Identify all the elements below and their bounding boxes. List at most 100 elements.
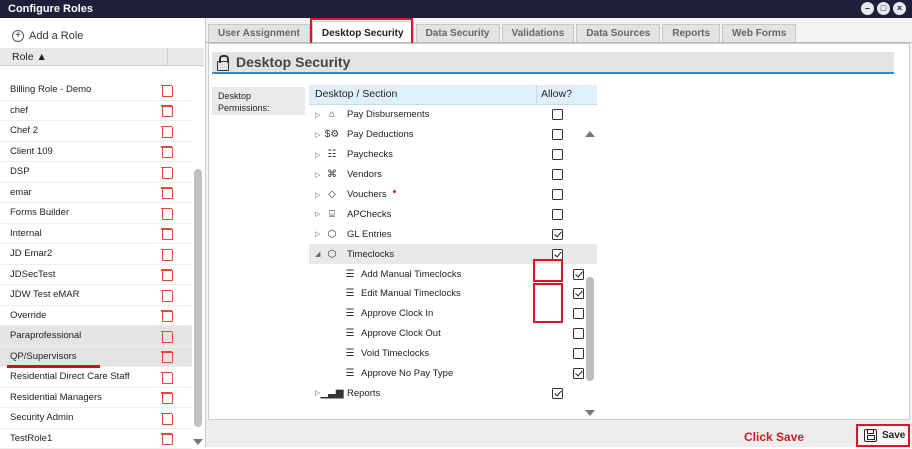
- highlight-manual-timeclocks-checkboxes: [533, 283, 563, 323]
- trash-icon[interactable]: [161, 125, 172, 137]
- permission-label: Paychecks: [347, 149, 393, 160]
- permission-row[interactable]: ▷▁▃▆Reports: [309, 383, 597, 403]
- grid-scroll-thumb[interactable]: [586, 277, 594, 381]
- trash-icon[interactable]: [161, 186, 172, 198]
- list-icon: ☰: [343, 328, 357, 340]
- permission-label: Approve Clock In: [361, 308, 433, 319]
- role-row[interactable]: Paraprofessional: [0, 326, 192, 347]
- role-row[interactable]: TestRole1: [0, 429, 192, 449]
- allow-checkbox[interactable]: [552, 109, 563, 120]
- trash-icon[interactable]: [161, 227, 172, 239]
- trash-icon[interactable]: [161, 350, 172, 362]
- trash-icon[interactable]: [161, 412, 172, 424]
- allow-checkbox[interactable]: [552, 209, 563, 220]
- tab-data-sources[interactable]: Data Sources: [576, 24, 660, 42]
- allow-checkbox[interactable]: [573, 308, 584, 319]
- allow-checkbox[interactable]: [552, 189, 563, 200]
- role-row[interactable]: Residential Managers: [0, 388, 192, 409]
- permission-row[interactable]: ▷⌘Vendors: [309, 165, 597, 185]
- col-section-header[interactable]: Desktop / Section: [309, 85, 537, 104]
- role-column-header[interactable]: Role ▲: [0, 48, 204, 66]
- allow-checkbox[interactable]: [573, 368, 584, 379]
- expand-icon[interactable]: ▷: [315, 131, 325, 139]
- allow-checkbox[interactable]: [573, 288, 584, 299]
- roles-scrollbar[interactable]: [193, 80, 203, 445]
- expand-icon[interactable]: ▷: [315, 230, 325, 238]
- trash-icon[interactable]: [161, 289, 172, 301]
- grid-scrollbar[interactable]: [585, 131, 595, 416]
- trash-icon[interactable]: [161, 145, 172, 157]
- role-row[interactable]: JDW Test eMAR: [0, 285, 192, 306]
- permission-row[interactable]: ☰Approve Clock Out: [309, 324, 597, 344]
- col-allow-header[interactable]: Allow?: [537, 85, 577, 104]
- role-row[interactable]: Residential Direct Care Staff: [0, 367, 192, 388]
- scroll-thumb[interactable]: [194, 169, 202, 427]
- minimize-icon[interactable]: –: [861, 2, 874, 15]
- role-row[interactable]: Billing Role - Demo: [0, 80, 192, 101]
- trash-icon[interactable]: [161, 268, 172, 280]
- allow-checkbox[interactable]: [552, 388, 563, 399]
- allow-checkbox[interactable]: [573, 269, 584, 280]
- permission-row[interactable]: ☰Approve No Pay Type: [309, 364, 597, 384]
- permission-row[interactable]: ☰Void Timeclocks: [309, 344, 597, 364]
- expand-icon[interactable]: ▷: [315, 111, 325, 119]
- permission-row[interactable]: ▷☷Paychecks: [309, 145, 597, 165]
- maximize-icon[interactable]: □: [877, 2, 890, 15]
- allow-checkbox[interactable]: [573, 348, 584, 359]
- collapse-icon[interactable]: ◢: [315, 250, 325, 258]
- role-row[interactable]: DSP: [0, 162, 192, 183]
- expand-icon[interactable]: ▷: [315, 151, 325, 159]
- tab-validations[interactable]: Validations: [502, 24, 575, 42]
- allow-checkbox[interactable]: [552, 169, 563, 180]
- add-role-button[interactable]: + Add a Role: [0, 18, 205, 46]
- trash-icon[interactable]: [161, 104, 172, 116]
- permission-row[interactable]: ▷⬡GL Entries: [309, 224, 597, 244]
- role-row[interactable]: JDSecTest: [0, 265, 192, 286]
- permission-row[interactable]: ▷⌸APChecks: [309, 204, 597, 224]
- list-icon: ☰: [343, 308, 357, 320]
- scroll-down-icon[interactable]: [585, 410, 595, 416]
- trash-icon[interactable]: [161, 391, 172, 403]
- allow-checkbox[interactable]: [552, 129, 563, 140]
- role-row[interactable]: Internal: [0, 224, 192, 245]
- trash-icon[interactable]: [161, 330, 172, 342]
- allow-checkbox[interactable]: [552, 149, 563, 160]
- expand-icon[interactable]: ▷: [315, 191, 325, 199]
- trash-icon[interactable]: [161, 432, 172, 444]
- permission-row[interactable]: ▷◇Vouchers: [309, 185, 597, 205]
- role-row[interactable]: Forms Builder: [0, 203, 192, 224]
- grid-header: Desktop / Section Allow?: [309, 85, 597, 105]
- trash-icon[interactable]: [161, 371, 172, 383]
- trash-icon[interactable]: [161, 166, 172, 178]
- tab-bar: User AssignmentDesktop SecurityData Secu…: [208, 24, 796, 42]
- tab-data-security[interactable]: Data Security: [416, 24, 500, 42]
- trash-icon[interactable]: [161, 248, 172, 260]
- expand-icon[interactable]: ▷: [315, 171, 325, 179]
- trash-icon[interactable]: [161, 207, 172, 219]
- allow-checkbox[interactable]: [573, 328, 584, 339]
- expand-icon[interactable]: ▷: [315, 210, 325, 218]
- trash-icon[interactable]: [161, 84, 172, 96]
- tab-web-forms[interactable]: Web Forms: [722, 24, 796, 42]
- role-row[interactable]: Client 109: [0, 142, 192, 163]
- role-row[interactable]: Override: [0, 306, 192, 327]
- save-button[interactable]: Save: [856, 424, 910, 447]
- allow-checkbox[interactable]: [552, 229, 563, 240]
- tab-user-assignment[interactable]: User Assignment: [208, 24, 310, 42]
- role-row[interactable]: Security Admin: [0, 408, 192, 429]
- dollar-gear-icon: $⚙: [325, 129, 339, 141]
- role-row[interactable]: JD Emar2: [0, 244, 192, 265]
- tab-reports[interactable]: Reports: [662, 24, 720, 42]
- role-row[interactable]: emar: [0, 183, 192, 204]
- trash-icon[interactable]: [161, 309, 172, 321]
- permission-label: Edit Manual Timeclocks: [361, 288, 461, 299]
- close-icon[interactable]: ×: [893, 2, 906, 15]
- role-name: Paraprofessional: [10, 330, 81, 341]
- permission-row[interactable]: ▷⌂Pay Disbursements: [309, 105, 597, 125]
- scroll-up-icon[interactable]: [585, 131, 595, 137]
- role-row[interactable]: QP/Supervisors: [0, 347, 192, 368]
- role-row[interactable]: chef: [0, 101, 192, 122]
- role-row[interactable]: Chef 2: [0, 121, 192, 142]
- permission-row[interactable]: ▷$⚙Pay Deductions: [309, 125, 597, 145]
- scroll-down-icon[interactable]: [193, 439, 203, 445]
